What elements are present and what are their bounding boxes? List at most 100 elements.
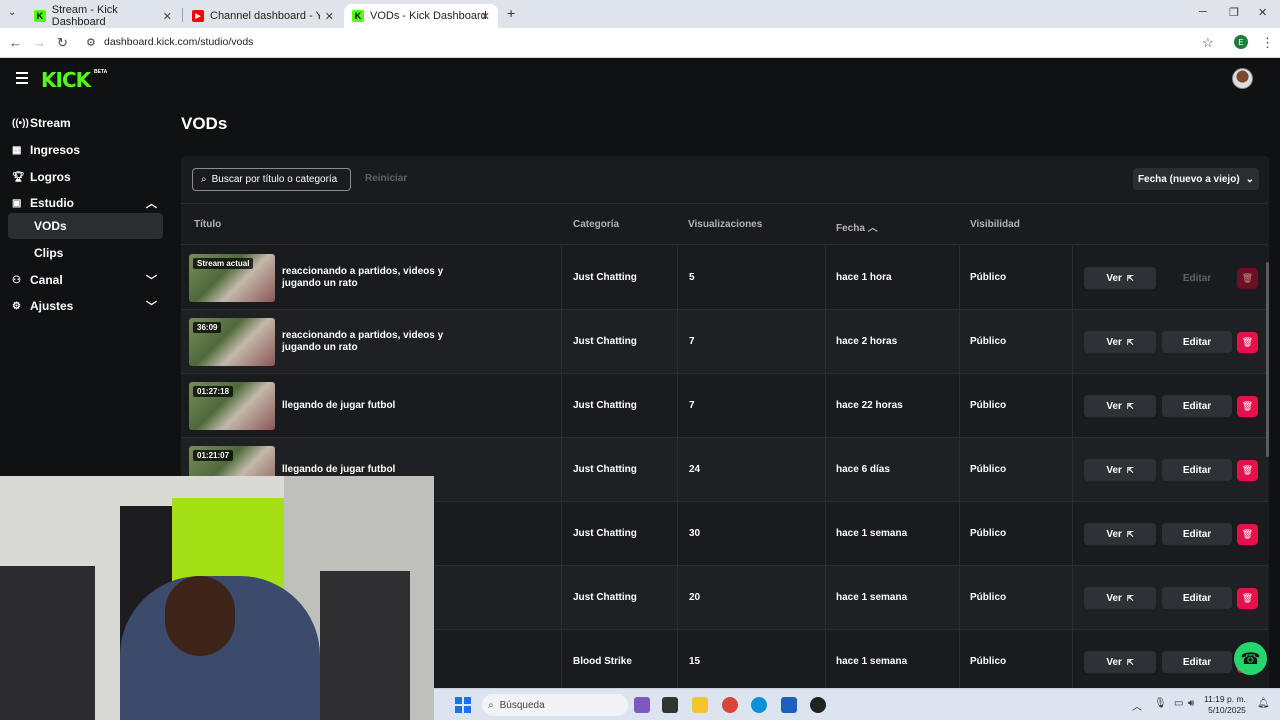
tab-title: VODs - Kick Dashboard (370, 10, 487, 22)
column-views[interactable]: Visualizaciones (688, 219, 762, 230)
vod-title[interactable]: llegando de jugar futbol (282, 464, 452, 476)
view-button[interactable]: Ver ⇱ (1084, 651, 1156, 673)
taskbar-search[interactable]: ⌕ Búsqueda (482, 694, 628, 716)
volume-icon[interactable]: 🔊︎ (1188, 698, 1194, 709)
sidebar-item-logros[interactable]: 🏆︎ Logros (8, 164, 163, 190)
delete-button[interactable]: 🗑︎ (1237, 396, 1258, 417)
sort-dropdown[interactable]: Fecha (nuevo a viejo) ⌄ (1133, 168, 1259, 190)
column-visibility[interactable]: Visibilidad (970, 219, 1020, 230)
support-chat-icon[interactable]: ☎ (1234, 642, 1267, 675)
sidebar-item-clips[interactable]: Clips (8, 240, 163, 266)
tab-list-chevron-icon[interactable]: ⌄ (8, 7, 16, 18)
obs-icon[interactable] (810, 697, 826, 713)
column-date[interactable]: Fecha ︿ (836, 219, 878, 234)
close-tab-icon[interactable]: ✕ (481, 10, 490, 23)
edit-button[interactable]: Editar (1162, 651, 1232, 673)
minimize-icon[interactable]: ─ (1199, 6, 1207, 18)
notification-bell-icon[interactable]: 🔔︎ (1257, 698, 1270, 709)
copilot-icon[interactable] (634, 697, 650, 713)
microphone-icon[interactable]: 🎙︎ (1154, 698, 1167, 709)
close-tab-icon[interactable]: ✕ (325, 10, 334, 23)
vod-thumbnail[interactable]: Stream actual (189, 254, 275, 302)
forward-icon[interactable]: → (33, 35, 46, 50)
vod-category[interactable]: Just Chatting (573, 592, 637, 603)
column-title[interactable]: Título (194, 219, 221, 230)
edit-button[interactable]: Editar (1162, 459, 1232, 481)
view-button[interactable]: Ver ⇱ (1084, 331, 1156, 353)
delete-button[interactable]: 🗑︎ (1237, 460, 1258, 481)
url-field[interactable]: dashboard.kick.com/studio/vods (104, 36, 253, 48)
view-button[interactable]: Ver ⇱ (1084, 587, 1156, 609)
table-row[interactable]: 36:09 reaccionando a partidos, videos y j… (181, 310, 1269, 374)
edit-button[interactable]: Editar (1162, 267, 1232, 289)
site-settings-icon[interactable]: ⚙ (86, 36, 96, 49)
tray-chevron-icon[interactable]: ︿ (1132, 698, 1142, 713)
view-button[interactable]: Ver ⇱ (1084, 459, 1156, 481)
vod-category[interactable]: Just Chatting (573, 272, 637, 283)
sidebar-item-stream[interactable]: ((•)) Stream (8, 110, 163, 136)
network-icon[interactable]: ▭ (1174, 698, 1183, 709)
close-tab-icon[interactable]: ✕ (163, 10, 172, 23)
table-row[interactable]: 01:27:18 llegando de jugar futbol Just Cha… (181, 374, 1269, 438)
view-label: Ver (1106, 592, 1122, 604)
tab-stream[interactable]: K Stream - Kick Dashboard ✕ (26, 4, 180, 28)
column-divider (1072, 566, 1073, 630)
broadcast-icon: ((•)) (12, 117, 29, 129)
vod-title[interactable]: reaccionando a partidos, videos y jugand… (282, 330, 452, 354)
vod-category[interactable]: Blood Strike (573, 656, 632, 667)
trophy-icon: 🏆︎ (12, 171, 25, 183)
view-button[interactable]: Ver ⇱ (1084, 267, 1156, 289)
profile-avatar[interactable]: E (1234, 35, 1248, 49)
edit-button[interactable]: Editar (1162, 395, 1232, 417)
delete-button[interactable]: 🗑︎ (1237, 588, 1258, 609)
back-icon[interactable]: ← (9, 35, 22, 50)
vod-category[interactable]: Just Chatting (573, 464, 637, 475)
search-input[interactable]: ⌕ Buscar por título o categoría (192, 168, 351, 191)
scrollbar[interactable] (1266, 262, 1269, 457)
reset-button[interactable]: Reiniciar (365, 173, 407, 184)
table-row[interactable]: Stream actual reaccionando a partidos, vi… (181, 246, 1269, 310)
close-window-icon[interactable]: ✕ (1258, 6, 1267, 19)
vod-thumbnail[interactable]: 36:09 (189, 318, 275, 366)
taskbar-search-placeholder: Búsqueda (499, 699, 545, 711)
view-button[interactable]: Ver ⇱ (1084, 395, 1156, 417)
column-divider (959, 374, 960, 438)
edit-button[interactable]: Editar (1162, 331, 1232, 353)
vod-category[interactable]: Just Chatting (573, 400, 637, 411)
sidebar-item-ingresos[interactable]: ▦ Ingresos (8, 137, 163, 163)
taskbar-clock[interactable]: 11:19 p. m. 5/10/2025 (1204, 694, 1246, 716)
file-explorer-icon[interactable] (692, 697, 708, 713)
vod-thumbnail[interactable]: 01:27:18 (189, 382, 275, 430)
restore-icon[interactable]: ❐ (1229, 6, 1239, 19)
tab-vods[interactable]: K VODs - Kick Dashboard ✕ (344, 4, 498, 28)
vod-title[interactable]: reaccionando a partidos, videos y jugand… (282, 266, 452, 290)
new-tab-icon[interactable]: + (507, 5, 515, 21)
vod-title[interactable]: llegando de jugar futbol (282, 400, 452, 412)
delete-button[interactable]: 🗑︎ (1237, 332, 1258, 353)
windows-start-icon[interactable] (455, 697, 471, 713)
column-category[interactable]: Categoría (573, 219, 619, 230)
bookmark-star-icon[interactable]: ☆ (1202, 35, 1214, 51)
view-button[interactable]: Ver ⇱ (1084, 523, 1156, 545)
chrome-icon[interactable] (722, 697, 738, 713)
sidebar-item-canal[interactable]: ⚇ Canal ﹀ (8, 267, 163, 293)
vod-views: 15 (689, 656, 701, 667)
browser-menu-icon[interactable]: ⋮ (1261, 35, 1274, 51)
hamburger-menu-icon[interactable] (16, 72, 28, 87)
delete-button[interactable]: 🗑︎ (1237, 524, 1258, 545)
kick-logo[interactable]: KICK (41, 68, 91, 92)
tab-youtube[interactable]: ▶ Channel dashboard - YouTube S ✕ (184, 4, 342, 28)
delete-button[interactable]: 🗑︎ (1237, 268, 1258, 289)
store-icon[interactable] (781, 697, 797, 713)
vod-category[interactable]: Just Chatting (573, 528, 637, 539)
edit-button[interactable]: Editar (1162, 523, 1232, 545)
user-avatar[interactable] (1232, 68, 1253, 89)
edit-button[interactable]: Editar (1162, 587, 1232, 609)
edge-icon[interactable] (751, 697, 767, 713)
column-divider (959, 438, 960, 502)
sidebar-item-ajustes[interactable]: ⚙ Ajustes ﹀ (8, 293, 163, 319)
sidebar-item-vods[interactable]: VODs (8, 213, 163, 239)
task-view-icon[interactable] (662, 697, 678, 713)
reload-icon[interactable]: ↻ (57, 35, 68, 51)
vod-category[interactable]: Just Chatting (573, 336, 637, 347)
